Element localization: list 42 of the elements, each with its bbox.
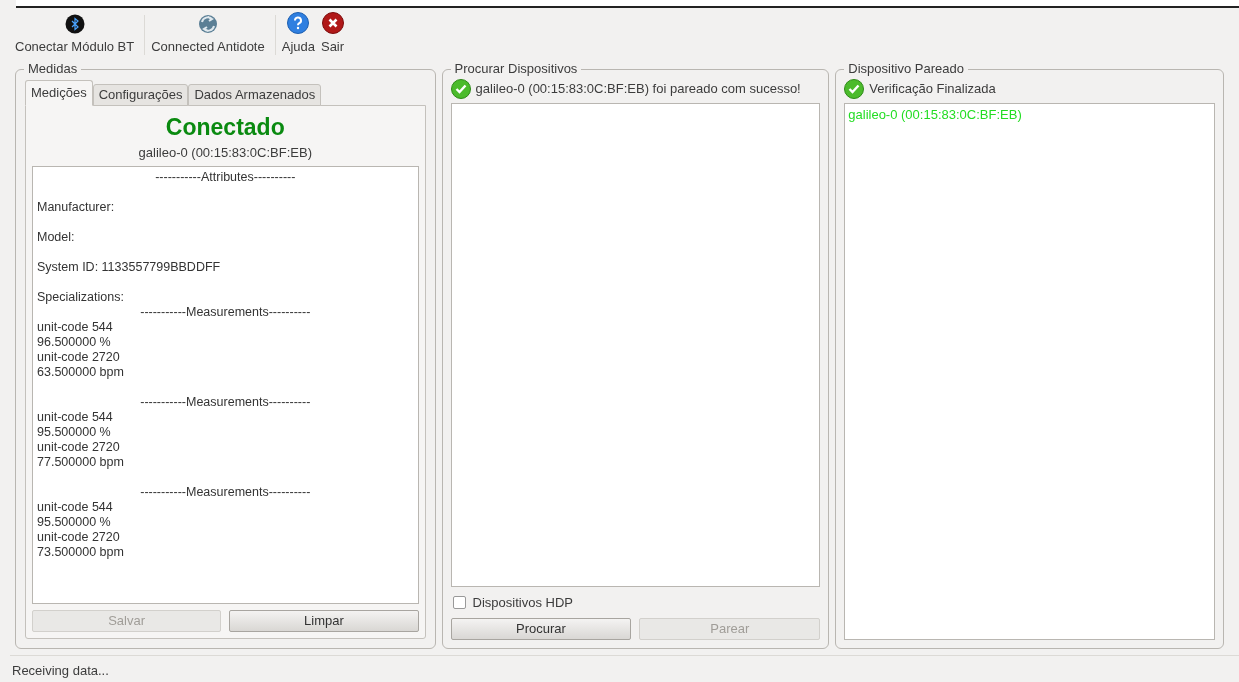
log-line: unit-code 544 — [37, 319, 114, 335]
checkmark-icon — [844, 78, 865, 99]
log-line: unit-code 2720 — [37, 439, 121, 455]
toolbar-button[interactable]: Connected Antidote — [150, 13, 266, 55]
checkbox-row[interactable]: Dispositivos HDP — [452, 592, 821, 612]
device-label: galileo-0 (00:15:83:0C:BF:EB) — [137, 143, 313, 162]
toolbar-button[interactable]: Conectar Módulo BT — [14, 13, 136, 55]
push-button[interactable]: Limpar — [229, 609, 419, 632]
tab[interactable]: Dados Armazenados — [188, 83, 322, 106]
log-line: 63.500000 bpm — [37, 364, 125, 380]
push-button[interactable]: Procurar — [450, 618, 632, 640]
log-line: unit-code 544 — [37, 499, 114, 515]
log-line: unit-code 544 — [37, 409, 114, 425]
log-heading: -----------Attributes---------- — [154, 169, 297, 185]
status-message: galileo-0 (00:15:83:0C:BF:EB) foi pareado com sucesso! — [475, 79, 801, 98]
log-line: System ID: 1133557799BBDDFF — [37, 259, 222, 275]
log-heading: -----------Measurements---------- — [139, 304, 312, 320]
log-line: Model: — [37, 229, 76, 245]
log-line: 95.500000 % — [37, 424, 112, 440]
log-heading: -----------Measurements---------- — [139, 484, 312, 500]
toolbar-button[interactable]: Ajuda — [280, 11, 316, 55]
toolbar-button[interactable]: Sair — [319, 11, 346, 55]
status-message: Verificação Finalizada — [869, 79, 996, 98]
status-bar-text: Receiving data... — [12, 663, 109, 678]
log-line: 77.500000 bpm — [37, 454, 125, 470]
tab[interactable]: Configurações — [92, 83, 189, 106]
tab[interactable]: Medições — [25, 79, 93, 106]
log-heading: -----------Measurements---------- — [139, 394, 312, 410]
checkmark-icon — [450, 78, 471, 99]
log-line: 95.500000 % — [37, 514, 112, 530]
close-icon — [321, 11, 344, 34]
log-line: 96.500000 % — [37, 334, 112, 350]
log-line: unit-code 2720 — [37, 349, 121, 365]
help-icon — [287, 11, 310, 34]
log-line: 73.500000 bpm — [37, 544, 125, 560]
log-line: unit-code 2720 — [37, 529, 121, 545]
bluetooth-icon — [64, 13, 85, 34]
recycle-swirl-icon — [197, 13, 218, 34]
connection-status: Conectado — [164, 113, 286, 140]
log-line: Specializations: — [37, 289, 125, 305]
checkbox[interactable] — [452, 595, 466, 609]
log-line: Manufacturer: — [37, 199, 116, 215]
